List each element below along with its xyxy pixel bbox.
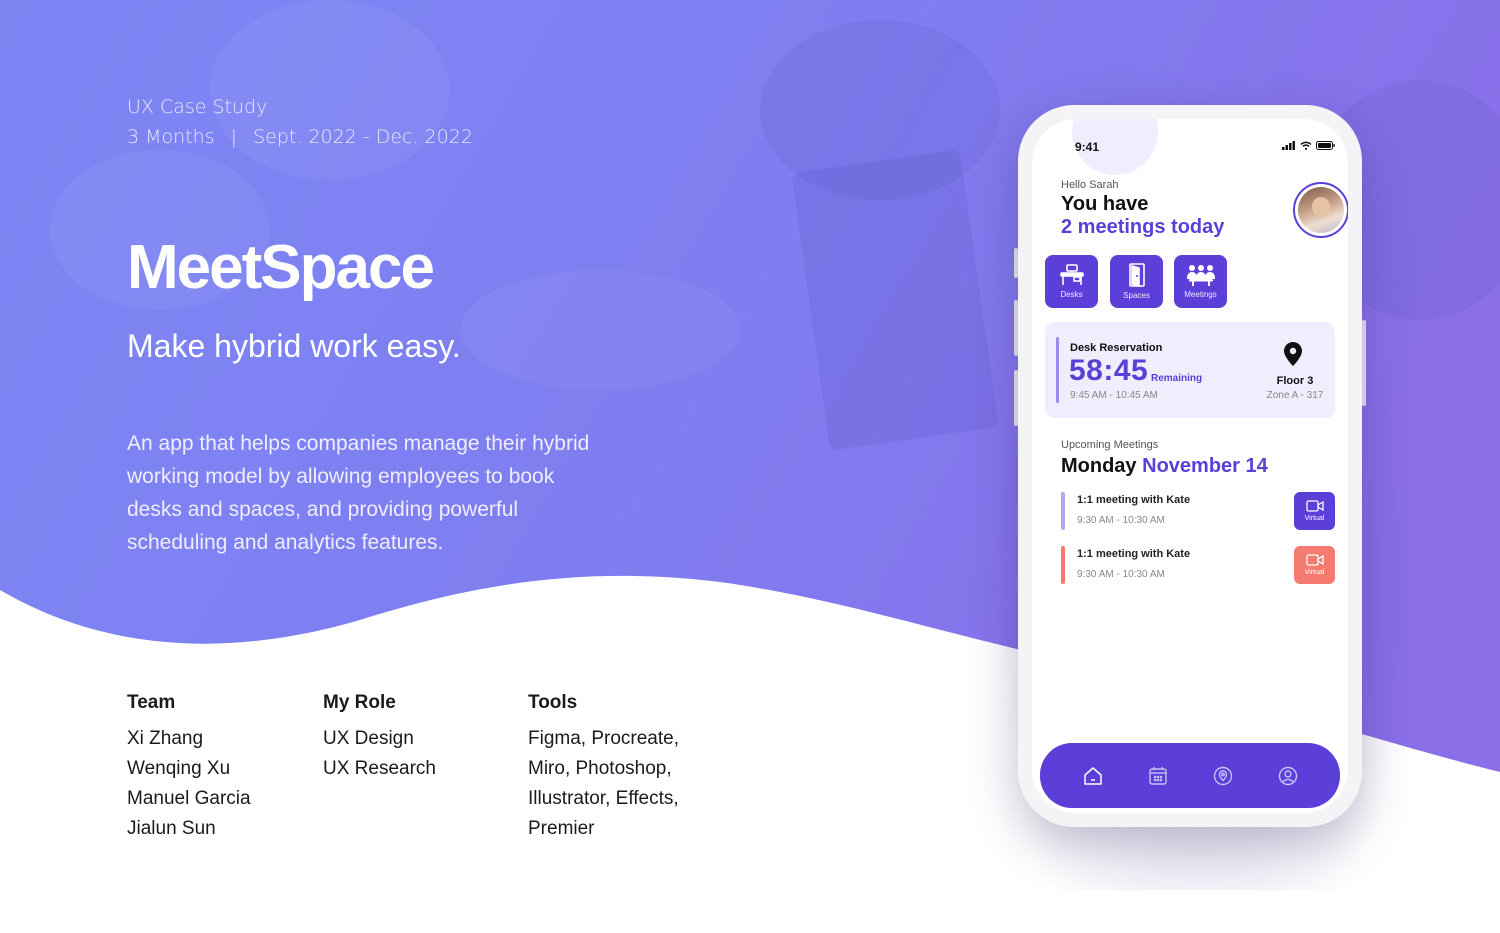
profile-icon xyxy=(1278,766,1297,785)
virtual-meeting-button[interactable]: Virtual xyxy=(1294,546,1335,584)
case-study-separator: | xyxy=(230,126,238,148)
location-icon xyxy=(1213,766,1232,785)
nav-home[interactable] xyxy=(1080,763,1106,789)
phone-side-button xyxy=(1362,320,1366,406)
team-member: Wenqing Xu xyxy=(127,758,231,779)
reservation-remaining-label: Remaining xyxy=(1151,373,1203,384)
team-member: Manuel Garcia xyxy=(127,788,251,809)
brand-description: An app that helps companies manage their… xyxy=(127,432,590,554)
avatar-photo xyxy=(1298,187,1344,233)
greeting: Hello Sarah xyxy=(1061,179,1119,191)
reservation-zone: Zone A - 317 xyxy=(1266,390,1324,401)
tools-line: Miro, Photoshop, xyxy=(528,758,672,779)
nav-calendar[interactable] xyxy=(1145,763,1171,789)
upcoming-day: Monday xyxy=(1061,455,1137,477)
upcoming-date: November 14 xyxy=(1142,455,1268,477)
team-member: Xi Zhang xyxy=(127,728,204,749)
case-study-dates: 3 Months | Sept. 2022 - Dec. 2022 xyxy=(127,126,473,148)
battery-icon xyxy=(1316,141,1335,150)
role-item: UX Research xyxy=(323,758,436,779)
team-member: Jialun Sun xyxy=(127,818,216,839)
people-icon xyxy=(1186,265,1215,286)
case-study-label: UX Case Study xyxy=(127,96,268,118)
tools-heading: Tools xyxy=(528,692,578,713)
meeting-title[interactable]: 1:1 meeting with Kate xyxy=(1077,548,1190,560)
nav-profile[interactable] xyxy=(1275,763,1301,789)
team-column: Team Xi Zhang Wenqing Xu Manuel Garcia J… xyxy=(127,692,251,844)
reservation-accent-bar xyxy=(1056,337,1059,403)
avatar[interactable] xyxy=(1293,182,1348,238)
signal-icon xyxy=(1282,141,1295,150)
virtual-label: Virtual xyxy=(1304,515,1325,522)
reservation-timer: 58:45 xyxy=(1069,354,1149,387)
desk-icon xyxy=(1059,264,1084,285)
status-time: 9:41 xyxy=(1075,140,1100,154)
desks-button[interactable]: Desks xyxy=(1045,255,1098,308)
virtual-label: Virtual xyxy=(1304,569,1325,576)
reservation-time-range: 9:45 AM - 10:45 AM xyxy=(1070,390,1158,401)
brand-name: MeetSpace xyxy=(127,233,435,302)
upcoming-date-heading: Monday November 14 xyxy=(1061,455,1268,478)
meeting-accent-bar xyxy=(1061,492,1065,530)
tools-line: Illustrator, Effects, xyxy=(528,788,679,809)
role-column: My Role UX Design UX Research xyxy=(323,692,436,784)
upcoming-label: Upcoming Meetings xyxy=(1061,439,1159,451)
meeting-time: 9:30 AM - 10:30 AM xyxy=(1077,569,1165,580)
nav-location[interactable] xyxy=(1210,763,1236,789)
team-heading: Team xyxy=(127,692,176,713)
reservation-floor: Floor 3 xyxy=(1276,375,1314,387)
status-icons xyxy=(1282,141,1335,150)
wifi-icon xyxy=(1300,141,1312,150)
meeting-accent-bar xyxy=(1061,546,1065,584)
phone-screen: 9:41 Hello Sarah You have 2 meetings tod… xyxy=(1032,119,1348,813)
bottom-navigation xyxy=(1040,743,1340,808)
calendar-icon xyxy=(1148,766,1167,785)
tools-column: Tools Figma, Procreate, Miro, Photoshop,… xyxy=(528,692,679,844)
case-study-duration: 3 Months xyxy=(127,126,215,148)
role-item: UX Design xyxy=(323,728,414,749)
virtual-meeting-button[interactable]: Virtual xyxy=(1294,492,1335,530)
desks-label: Desks xyxy=(1060,290,1083,299)
home-icon xyxy=(1083,766,1102,785)
tools-line: Figma, Procreate, xyxy=(528,728,679,749)
meeting-title[interactable]: 1:1 meeting with Kate xyxy=(1077,494,1190,506)
case-study-period: Sept. 2022 - Dec. 2022 xyxy=(253,126,473,148)
role-heading: My Role xyxy=(323,692,396,713)
meeting-time: 9:30 AM - 10:30 AM xyxy=(1077,515,1165,526)
meetings-label: Meetings xyxy=(1184,290,1217,299)
brand-tagline: Make hybrid work easy. xyxy=(127,328,461,364)
phone-mockup: 9:41 Hello Sarah You have 2 meetings tod… xyxy=(1018,105,1362,827)
meetings-button[interactable]: Meetings xyxy=(1174,255,1227,308)
spaces-label: Spaces xyxy=(1123,291,1150,300)
headline-line-1: You have xyxy=(1061,193,1149,215)
map-pin-icon xyxy=(1284,342,1302,366)
reservation-title: Desk Reservation xyxy=(1070,342,1163,354)
video-camera-icon xyxy=(1305,554,1324,566)
video-camera-icon xyxy=(1305,500,1324,512)
spaces-button[interactable]: Spaces xyxy=(1110,255,1163,308)
door-icon xyxy=(1128,263,1145,287)
tools-line: Premier xyxy=(528,818,595,839)
headline-line-2: 2 meetings today xyxy=(1061,216,1225,238)
